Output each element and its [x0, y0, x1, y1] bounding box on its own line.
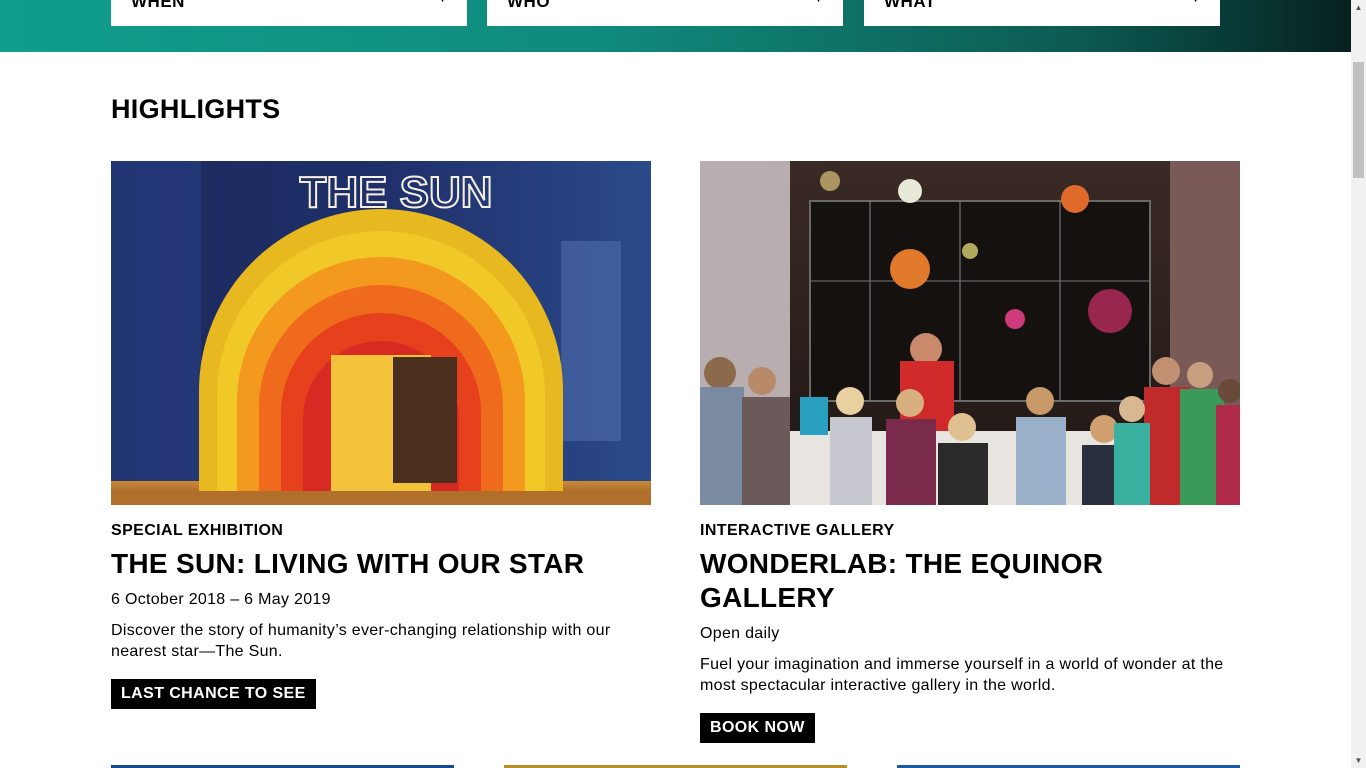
filter-who-label: WHO — [507, 0, 551, 11]
page-scrollbar[interactable]: ▲ ▼ — [1351, 0, 1366, 768]
card-description: Discover the story of humanity’s ever-ch… — [111, 622, 611, 660]
scroll-up-arrow-icon[interactable]: ▲ — [1351, 0, 1366, 15]
card-description: Fuel your imagination and immerse yourse… — [700, 656, 1224, 694]
book-now-button[interactable]: BOOK NOW — [700, 713, 815, 743]
highlight-card-the-sun[interactable]: THE SUN SPECIAL EXHIBITION THE SUN: LIVI… — [111, 161, 651, 709]
wonderlab-gallery-image[interactable] — [700, 161, 1240, 505]
card-title-link[interactable]: THE SUN: LIVING WITH OUR STAR — [111, 547, 651, 581]
caret-down-icon: ▼ — [814, 0, 823, 4]
filter-band: WHEN ▼ WHO ▼ WHAT ▼ — [0, 0, 1351, 52]
filter-when-select[interactable]: WHEN ▼ — [111, 0, 467, 26]
caret-down-icon: ▼ — [1191, 0, 1200, 4]
scroll-down-arrow-icon[interactable]: ▼ — [1351, 753, 1366, 768]
scrollbar-thumb[interactable] — [1353, 62, 1364, 178]
card-date: Open daily — [700, 625, 780, 642]
card-title-link[interactable]: WONDERLAB: THE EQUINOR GALLERY — [700, 547, 1240, 615]
card-date: 6 October 2018 – 6 May 2019 — [111, 591, 331, 608]
card-category: SPECIAL EXHIBITION — [111, 522, 284, 539]
filter-who-select[interactable]: WHO ▼ — [487, 0, 843, 26]
filter-what-select[interactable]: WHAT ▼ — [864, 0, 1220, 26]
highlight-card-wonderlab[interactable]: INTERACTIVE GALLERY WONDERLAB: THE EQUIN… — [700, 161, 1240, 743]
filter-what-label: WHAT — [884, 0, 936, 11]
caret-down-icon: ▼ — [438, 0, 447, 4]
highlights-heading: HIGHLIGHTS — [111, 94, 281, 124]
card-category: INTERACTIVE GALLERY — [700, 522, 895, 539]
filter-when-label: WHEN — [131, 0, 185, 11]
the-sun-exhibition-image[interactable]: THE SUN — [111, 161, 651, 505]
last-chance-button[interactable]: LAST CHANCE TO SEE — [111, 679, 316, 709]
the-sun-neon-sign: THE SUN — [299, 168, 492, 217]
